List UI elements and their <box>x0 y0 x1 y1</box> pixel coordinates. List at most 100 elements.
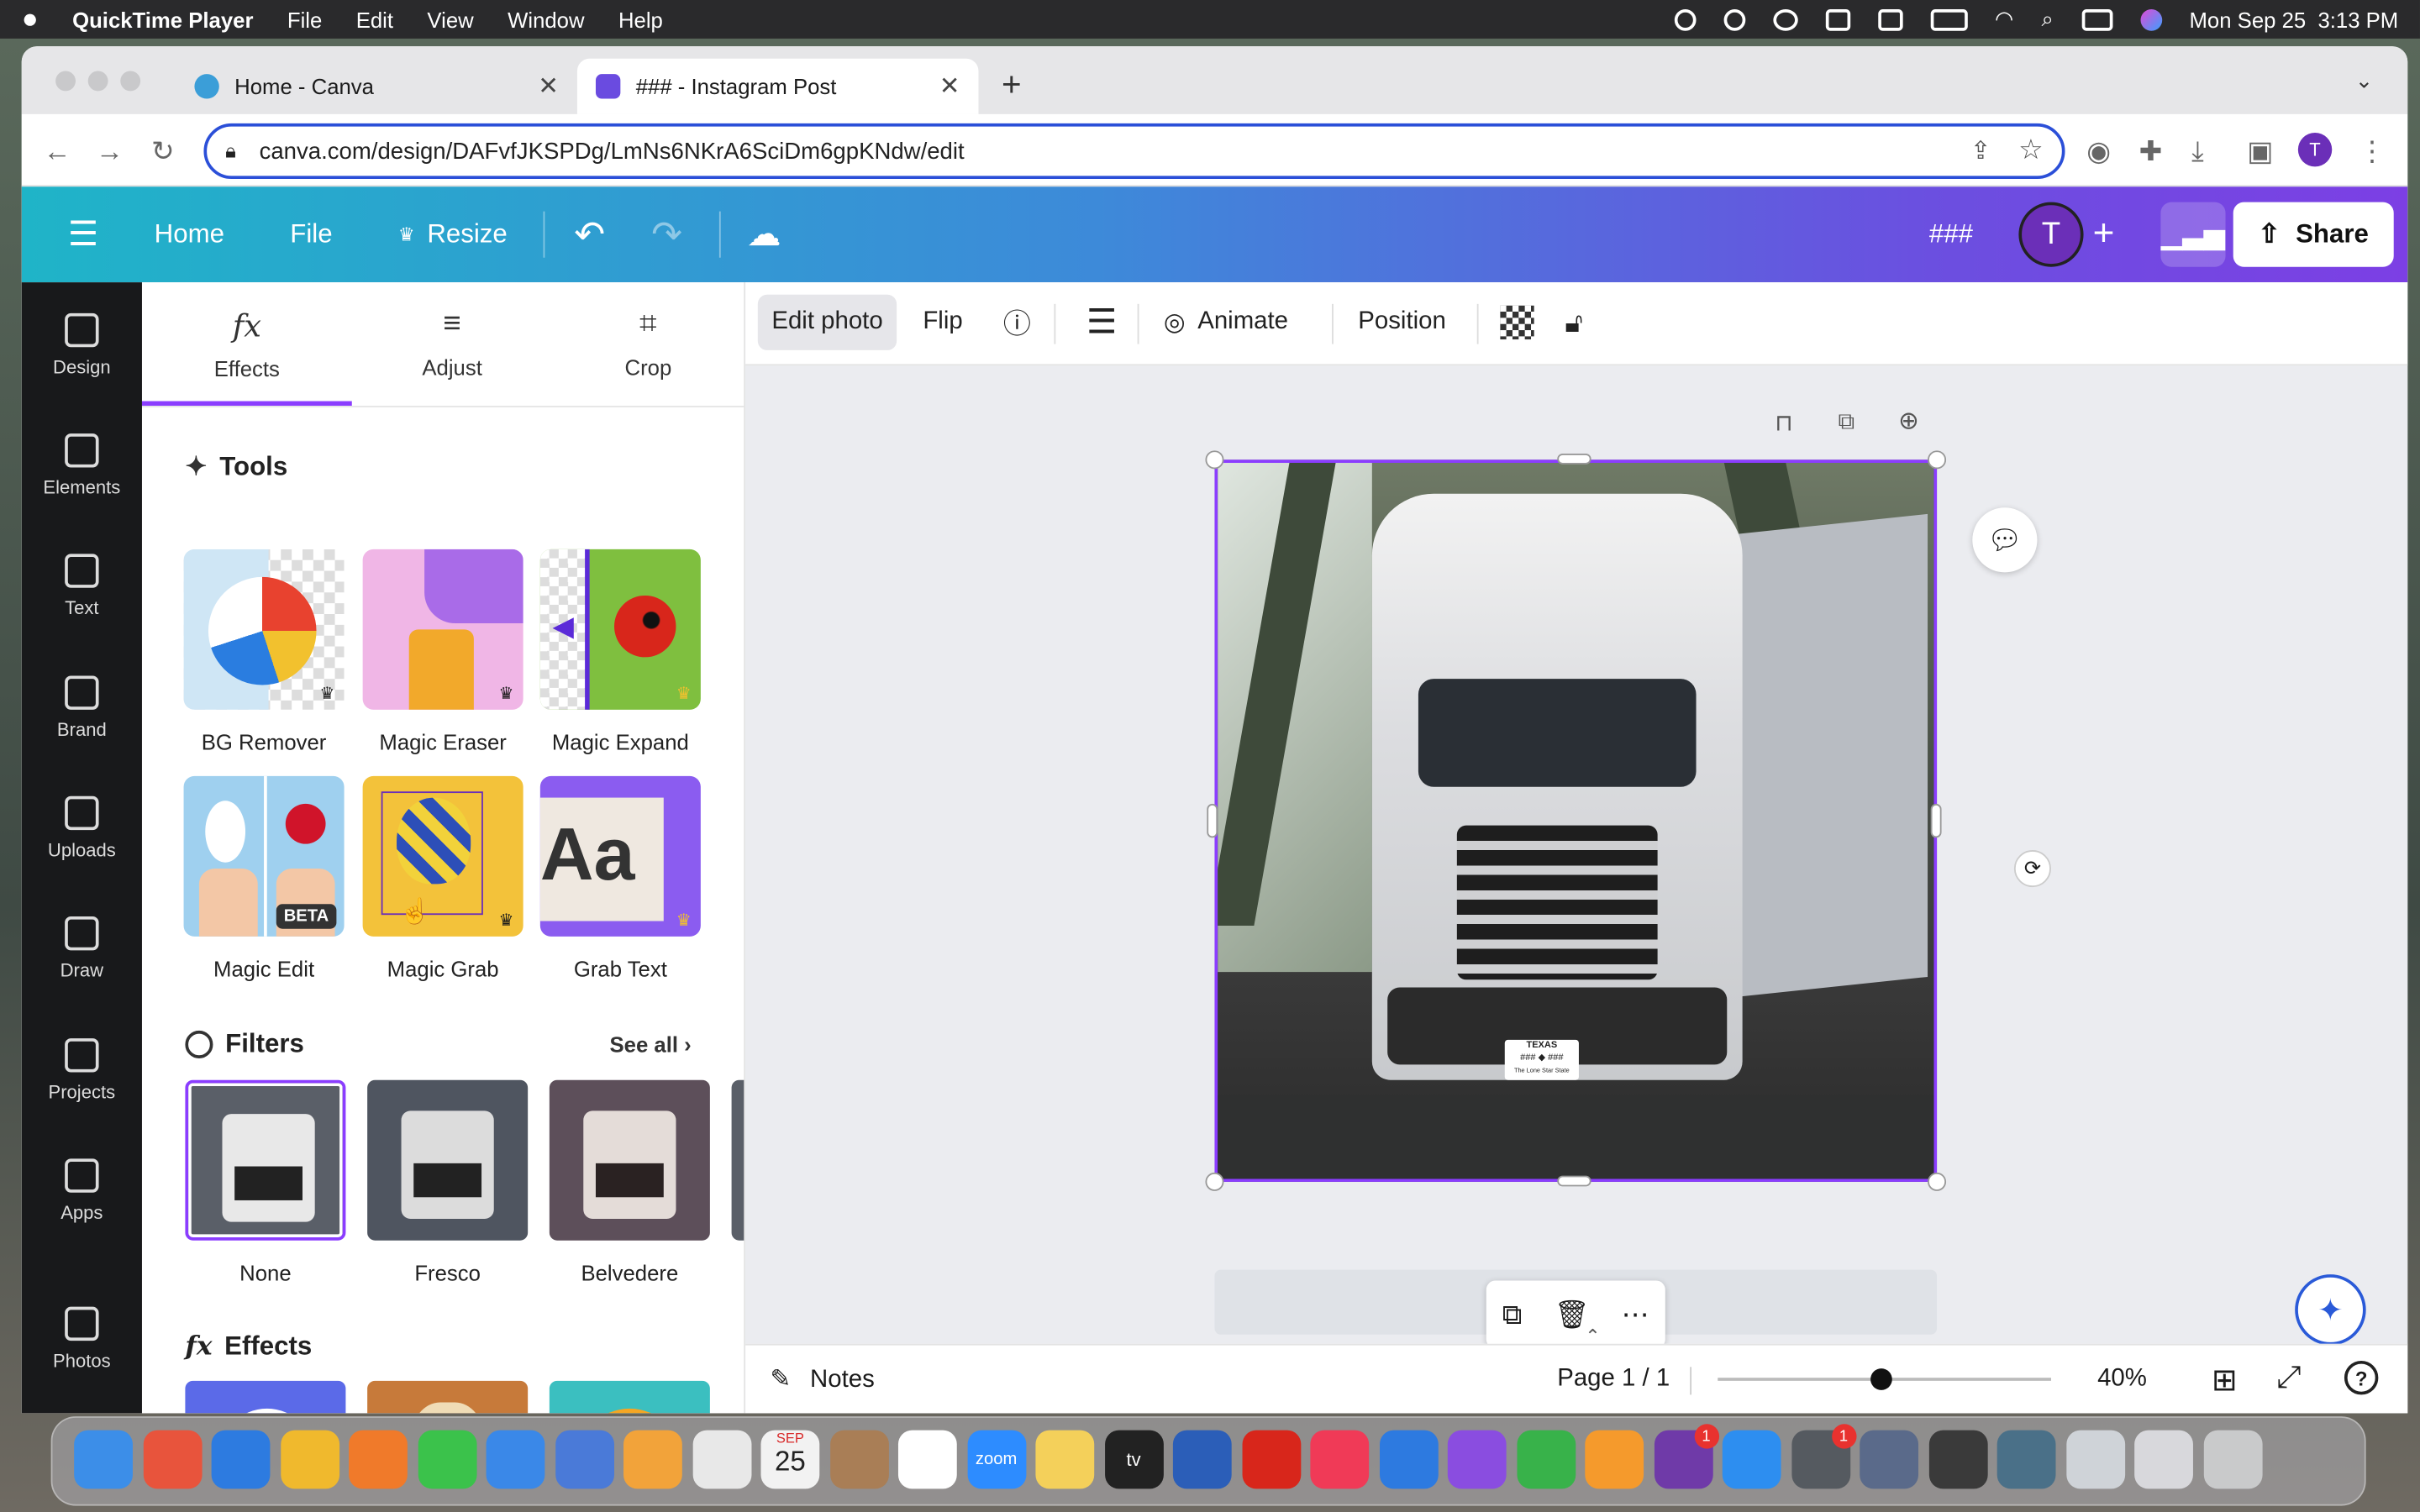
fullscreen-icon[interactable]: ⤢ <box>2276 1361 2301 1396</box>
grammarly-icon[interactable] <box>1723 8 1745 30</box>
rail-item-projects[interactable]: Projects <box>22 1038 142 1103</box>
apple-tv-icon[interactable]: tv <box>1104 1430 1163 1489</box>
magic-grab-card[interactable]: ☝ ♛ <box>362 775 523 937</box>
rail-item-design[interactable]: Design <box>22 312 142 378</box>
browser-menu-icon[interactable]: ⋮ <box>2358 136 2386 169</box>
insights-button[interactable]: ▁▃▅ <box>2160 202 2226 267</box>
menu-file[interactable]: File <box>287 7 322 31</box>
notes-app-icon[interactable] <box>1035 1430 1095 1489</box>
transparency-icon[interactable] <box>1486 295 1548 350</box>
adobe-icon[interactable] <box>1877 8 1902 30</box>
comment-icon[interactable]: 💬︎ <box>1972 507 2038 573</box>
finder-icon[interactable] <box>74 1430 133 1489</box>
add-page-icon[interactable]: ⊕ <box>1898 406 1919 437</box>
music-icon[interactable] <box>1310 1430 1370 1489</box>
resize-handle[interactable] <box>1557 453 1591 465</box>
filter-fresco[interactable] <box>367 1079 529 1241</box>
tab-adjust[interactable]: ≡ Adjust <box>352 282 553 406</box>
extensions-icon[interactable]: ✚ <box>2139 136 2163 169</box>
resize-handle[interactable] <box>1557 1175 1591 1187</box>
help-icon[interactable]: ? <box>2344 1360 2379 1395</box>
grab-text-card[interactable]: Aa ♛ <box>539 775 701 937</box>
firefox-icon[interactable] <box>349 1430 408 1489</box>
screenshot-icon[interactable] <box>2065 1430 2125 1489</box>
chevron-up-icon[interactable]: ⌃ <box>1585 1326 1600 1347</box>
quicktime-icon[interactable] <box>1996 1430 2056 1489</box>
close-window-button[interactable] <box>55 71 76 92</box>
menu-view[interactable]: View <box>427 7 473 31</box>
lock-element-icon[interactable]: ⊓ <box>1775 409 1793 437</box>
safari-icon[interactable] <box>211 1430 271 1489</box>
slack-icon[interactable]: 1 <box>1654 1424 1719 1489</box>
bg-remover-card[interactable]: ♛ <box>183 549 345 710</box>
effect-item[interactable] <box>367 1380 529 1414</box>
word-icon[interactable] <box>1172 1430 1232 1489</box>
search-icon[interactable]: ⌕ <box>2041 6 2053 32</box>
more-icon[interactable]: ⋯ <box>1622 1299 1649 1331</box>
flip-button[interactable]: Flip <box>909 295 976 350</box>
home-button[interactable]: Home <box>155 186 224 282</box>
control-center-icon[interactable] <box>2081 8 2112 30</box>
tab-list-icon[interactable]: ⌄ <box>2355 68 2374 94</box>
animate-button[interactable]: ◎ Animate <box>1150 295 1302 350</box>
invite-plus-icon[interactable]: + <box>2093 186 2115 282</box>
lock-icon[interactable]: 🔓︎ <box>1551 295 1597 350</box>
zoom-slider[interactable] <box>1718 1368 2051 1390</box>
truck-photo[interactable]: TEXAS ### ◆ ### The Lone Star State <box>1214 459 1938 1182</box>
calculator-icon[interactable] <box>1928 1430 1987 1489</box>
duplicate-icon[interactable]: ⧉ <box>1502 1299 1523 1331</box>
record-icon[interactable] <box>1673 8 1696 30</box>
grid-view-icon[interactable]: ⊞ <box>2212 1361 2238 1399</box>
rail-item-photos[interactable]: Photos <box>22 1306 142 1372</box>
rail-item-draw[interactable]: Draw <box>22 916 142 981</box>
system-settings-icon[interactable]: 1 <box>1791 1424 1856 1489</box>
resize-handle[interactable] <box>1928 1172 1947 1191</box>
minimize-window-button[interactable] <box>87 71 108 92</box>
magic-sparkle-icon[interactable]: ✦ <box>2295 1274 2366 1346</box>
duplicate-icon[interactable]: ⧉ <box>1839 409 1855 435</box>
preview-icon[interactable] <box>1860 1430 1919 1489</box>
filter-next[interactable] <box>731 1079 744 1241</box>
tab-home-canva[interactable]: Home - Canva ✕ <box>176 59 577 114</box>
menu-edit[interactable]: Edit <box>356 7 393 31</box>
user-avatar[interactable]: T <box>2018 202 2084 267</box>
position-button[interactable]: Position <box>1344 295 1460 350</box>
undo-icon[interactable]: ↶ <box>574 186 605 282</box>
file-button[interactable]: File <box>290 186 332 282</box>
effect-item[interactable] <box>549 1380 710 1414</box>
design-title[interactable]: ### <box>1929 186 1973 282</box>
clock[interactable]: Mon Sep 25 3:13 PM <box>2190 7 2399 31</box>
podcasts-icon[interactable] <box>1447 1430 1507 1489</box>
tab-effects[interactable]: fx Effects <box>141 282 352 407</box>
redo-icon[interactable]: ↷ <box>651 186 682 282</box>
share-button[interactable]: ⇧ Share <box>2233 202 2394 267</box>
creative-cloud-icon[interactable] <box>1772 8 1797 30</box>
forward-icon[interactable]: → <box>96 136 124 169</box>
rail-item-apps[interactable]: Apps <box>22 1158 142 1224</box>
resize-handle[interactable] <box>1205 450 1224 470</box>
zoom-slider-knob[interactable] <box>1870 1368 1892 1390</box>
resize-handle[interactable] <box>1207 803 1218 838</box>
trash-icon[interactable] <box>2202 1430 2262 1489</box>
url-input[interactable]: 🔒︎ canva.com/design/DAFvfJKSPDg/LmNs6NKr… <box>203 123 2065 180</box>
battery-icon[interactable] <box>1929 8 1967 30</box>
close-tab-icon[interactable]: ✕ <box>939 71 960 102</box>
launchpad-icon[interactable] <box>142 1430 202 1489</box>
effect-item[interactable] <box>185 1380 346 1414</box>
close-tab-icon[interactable]: ✕ <box>538 71 559 102</box>
contacts-icon[interactable] <box>829 1430 889 1489</box>
filter-belvedere[interactable] <box>549 1079 710 1241</box>
reload-icon[interactable]: ↻ <box>151 136 175 169</box>
wifi-icon[interactable]: ◠ <box>1995 6 2013 32</box>
magic-expand-card[interactable]: ◀ ♛ <box>539 549 701 710</box>
hamburger-icon[interactable]: ☰ <box>68 186 98 282</box>
camera-icon[interactable] <box>1824 8 1850 30</box>
photos-app-icon[interactable] <box>623 1430 682 1489</box>
mail-icon[interactable] <box>486 1430 545 1489</box>
acrobat-icon[interactable] <box>1241 1430 1301 1489</box>
side-panel-icon[interactable]: ▣ <box>2247 136 2273 169</box>
tab-crop[interactable]: ⌗ Crop <box>553 282 744 406</box>
window-thumbnail-icon[interactable] <box>2134 1430 2193 1489</box>
filter-none[interactable] <box>185 1079 346 1241</box>
notes-button[interactable]: ✎ Notes <box>771 1364 875 1395</box>
